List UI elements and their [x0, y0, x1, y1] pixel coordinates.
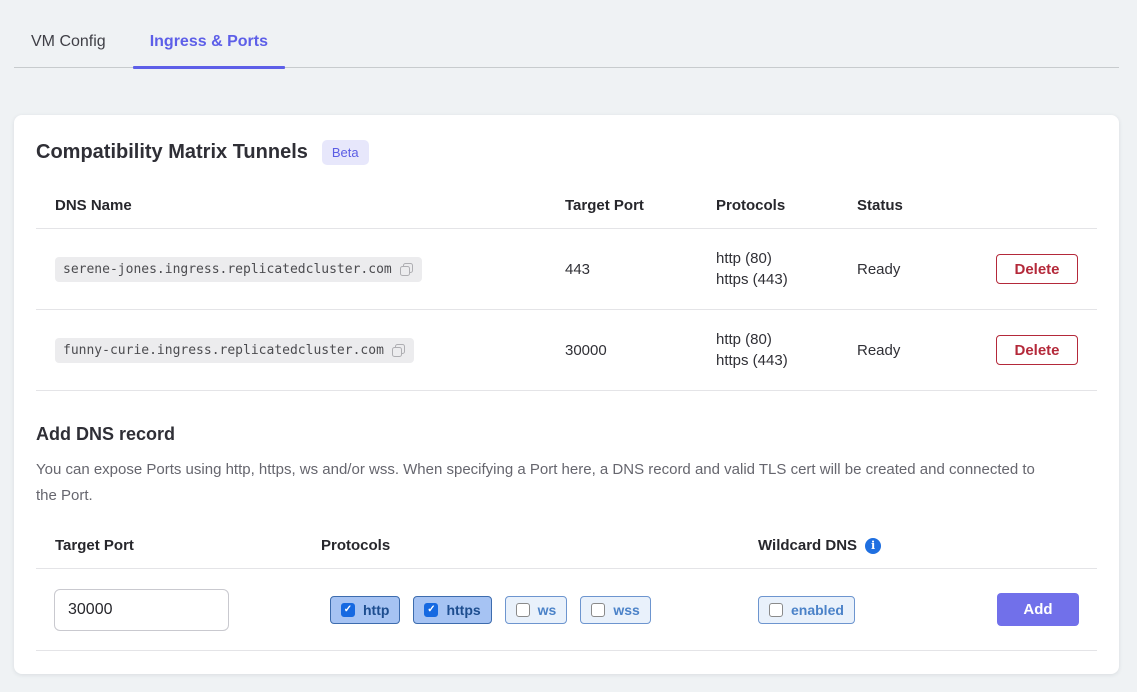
target-port-value: 30000: [565, 342, 716, 359]
protocol-checkbox-https[interactable]: https: [413, 596, 491, 624]
protocol-checkbox-wss[interactable]: wss: [580, 596, 650, 624]
status-value: Ready: [857, 261, 986, 278]
protocol-chips: http https ws wss: [330, 596, 758, 624]
dns-name-text: funny-curie.ingress.replicatedcluster.co…: [63, 343, 384, 358]
add-dns-heading: Add DNS record: [36, 421, 1097, 447]
add-dns-description: You can expose Ports using http, https, …: [36, 457, 1041, 509]
add-button[interactable]: Add: [997, 593, 1079, 626]
protocols-value: http (80) https (443): [716, 248, 857, 290]
card-title: Compatibility Matrix Tunnels: [36, 141, 308, 164]
table-row: serene-jones.ingress.replicatedcluster.c…: [36, 229, 1097, 310]
table-header: DNS Name Target Port Protocols Status: [36, 197, 1097, 229]
checkbox-icon: [424, 603, 438, 617]
wildcard-enabled-checkbox[interactable]: enabled: [758, 596, 855, 624]
copy-icon[interactable]: [399, 262, 414, 277]
dns-name-pill: funny-curie.ingress.replicatedcluster.co…: [55, 338, 414, 363]
checkbox-icon: [516, 603, 530, 617]
protocol-checkbox-http[interactable]: http: [330, 596, 400, 624]
delete-button[interactable]: Delete: [996, 335, 1078, 365]
protocol-checkbox-ws[interactable]: ws: [505, 596, 568, 624]
tab-bar: VM Config Ingress & Ports: [14, 0, 1119, 68]
card-title-row: Compatibility Matrix Tunnels Beta: [36, 137, 1097, 167]
add-form-row: http https ws wss enabled Add: [36, 569, 1097, 651]
header-dns-name: DNS Name: [36, 197, 565, 214]
checkbox-icon: [591, 603, 605, 617]
info-icon[interactable]: [865, 538, 881, 554]
label-protocols: Protocols: [321, 537, 758, 554]
header-target-port: Target Port: [565, 197, 716, 214]
tab-ingress-ports[interactable]: Ingress & Ports: [133, 33, 285, 67]
checkbox-icon: [341, 603, 355, 617]
target-port-value: 443: [565, 261, 716, 278]
tunnels-card: Compatibility Matrix Tunnels Beta DNS Na…: [14, 115, 1119, 674]
checkbox-icon: [769, 603, 783, 617]
beta-badge: Beta: [322, 140, 369, 165]
target-port-input[interactable]: [54, 589, 229, 631]
add-form-header: Target Port Protocols Wildcard DNS: [36, 537, 1097, 569]
dns-name-text: serene-jones.ingress.replicatedcluster.c…: [63, 262, 392, 277]
label-target-port: Target Port: [36, 537, 321, 554]
label-wildcard-dns: Wildcard DNS: [758, 537, 857, 554]
header-status: Status: [857, 197, 986, 214]
delete-button[interactable]: Delete: [996, 254, 1078, 284]
tab-vm-config[interactable]: VM Config: [14, 33, 123, 67]
dns-name-pill: serene-jones.ingress.replicatedcluster.c…: [55, 257, 422, 282]
table-row: funny-curie.ingress.replicatedcluster.co…: [36, 310, 1097, 391]
status-value: Ready: [857, 342, 986, 359]
copy-icon[interactable]: [391, 343, 406, 358]
protocols-value: http (80) https (443): [716, 329, 857, 371]
header-protocols: Protocols: [716, 197, 857, 214]
